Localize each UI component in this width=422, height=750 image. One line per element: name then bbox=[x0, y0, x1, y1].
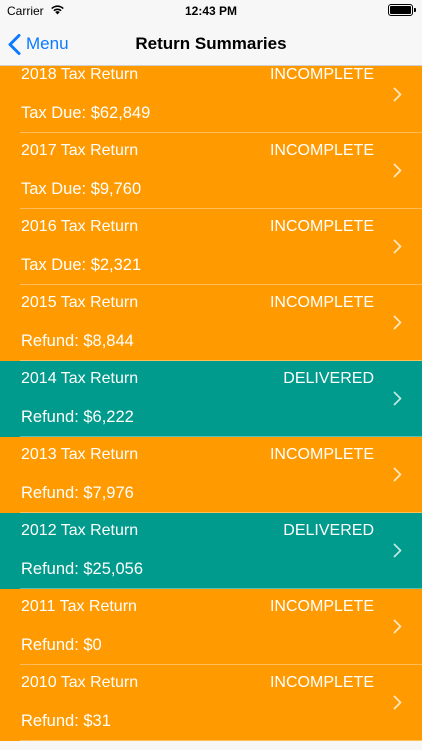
screen: 2018 Tax Return INCOMPLETE Tax Due: $62,84… bbox=[0, 0, 422, 750]
row-title: 2016 Tax Return bbox=[21, 218, 139, 235]
status-badge: DELIVERED bbox=[283, 522, 374, 539]
row-amount: Tax Due: $2,321 bbox=[21, 256, 142, 274]
status-badge: INCOMPLETE bbox=[269, 218, 374, 235]
back-button-label: Menu bbox=[26, 34, 69, 53]
status-badge: INCOMPLETE bbox=[269, 446, 374, 463]
status-badge: INCOMPLETE bbox=[269, 66, 374, 83]
status-bar: Carrier 12:43 PM bbox=[0, 0, 422, 22]
back-button[interactable]: Menu bbox=[8, 22, 69, 66]
row-title: 2017 Tax Return bbox=[21, 142, 139, 159]
return-list: 2018 Tax Return INCOMPLETE Tax Due: $62,84… bbox=[0, 57, 422, 741]
status-badge: INCOMPLETE bbox=[269, 294, 374, 311]
tax-return-row[interactable]: 2014 Tax Return DELIVERED Refund: $6,222 bbox=[0, 361, 422, 437]
row-amount: Refund: $6,222 bbox=[21, 408, 134, 426]
tax-return-row[interactable]: 2017 Tax Return INCOMPLETE Tax Due: $9,760 bbox=[0, 133, 422, 209]
chevron-right-icon bbox=[393, 391, 402, 406]
row-amount: Refund: $25,056 bbox=[21, 560, 144, 578]
tax-return-row[interactable]: 2016 Tax Return INCOMPLETE Tax Due: $2,321 bbox=[0, 209, 422, 285]
status-badge: INCOMPLETE bbox=[269, 598, 374, 615]
chevron-right-icon bbox=[393, 239, 402, 254]
tax-return-row[interactable]: 2010 Tax Return INCOMPLETE Refund: $31 bbox=[0, 665, 422, 741]
tax-return-row[interactable]: 2018 Tax Return INCOMPLETE Tax Due: $62,84… bbox=[0, 57, 422, 133]
row-amount: Tax Due: $9,760 bbox=[21, 180, 142, 198]
status-badge: DELIVERED bbox=[283, 370, 374, 387]
chevron-right-icon bbox=[393, 163, 402, 178]
status-badge: INCOMPLETE bbox=[269, 142, 374, 159]
battery-indicator bbox=[388, 4, 416, 16]
row-title: 2015 Tax Return bbox=[21, 294, 139, 311]
tax-return-row[interactable]: 2013 Tax Return INCOMPLETE Refund: $7,976 bbox=[0, 437, 422, 513]
status-badge: INCOMPLETE bbox=[269, 674, 374, 691]
row-amount: Refund: $31 bbox=[21, 712, 111, 730]
nav-bar: Menu Return Summaries bbox=[0, 22, 422, 66]
chevron-right-icon bbox=[393, 315, 402, 330]
chevron-right-icon bbox=[393, 695, 402, 710]
row-separator bbox=[20, 740, 422, 741]
row-amount: Tax Due: $62,849 bbox=[21, 104, 151, 122]
row-title: 2012 Tax Return bbox=[21, 522, 139, 539]
chevron-right-icon bbox=[393, 543, 402, 558]
row-amount: Refund: $7,976 bbox=[21, 484, 134, 502]
chevron-left-icon bbox=[8, 33, 21, 55]
tax-return-row[interactable]: 2012 Tax Return DELIVERED Refund: $25,056 bbox=[0, 513, 422, 589]
chevron-right-icon bbox=[393, 619, 402, 634]
row-amount: Refund: $8,844 bbox=[21, 332, 134, 350]
row-title: 2018 Tax Return bbox=[21, 66, 139, 83]
chevron-right-icon bbox=[393, 87, 402, 102]
row-title: 2013 Tax Return bbox=[21, 446, 139, 463]
status-time: 12:43 PM bbox=[184, 4, 238, 18]
row-amount: Refund: $0 bbox=[21, 636, 102, 654]
row-title: 2011 Tax Return bbox=[21, 598, 137, 615]
row-title: 2014 Tax Return bbox=[21, 370, 139, 387]
tax-return-row[interactable]: 2015 Tax Return INCOMPLETE Refund: $8,844 bbox=[0, 285, 422, 361]
chevron-right-icon bbox=[393, 467, 402, 482]
row-title: 2010 Tax Return bbox=[21, 674, 139, 691]
battery-icon bbox=[388, 4, 413, 16]
tax-return-row[interactable]: 2011 Tax Return INCOMPLETE Refund: $0 bbox=[0, 589, 422, 665]
